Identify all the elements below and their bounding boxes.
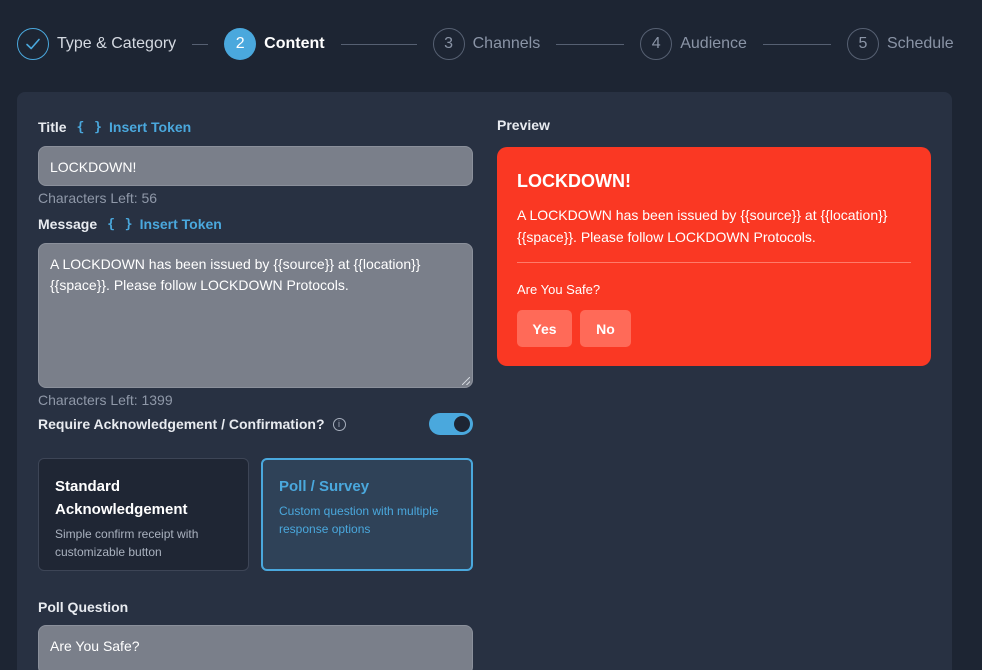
preview-no-button[interactable]: No — [580, 310, 631, 347]
step-label: Schedule — [886, 35, 954, 52]
step-audience[interactable]: 4 Audience — [640, 28, 747, 60]
step-number: 3 — [432, 28, 465, 60]
step-channels[interactable]: 3 Channels — [432, 28, 541, 60]
poll-question-input[interactable]: Are You Safe? — [38, 625, 473, 670]
step-label: Channels — [472, 35, 541, 52]
braces-icon: { } — [107, 216, 134, 232]
ack-toggle[interactable] — [429, 413, 473, 435]
message-label: Message — [38, 216, 98, 232]
preview-label: Preview — [497, 117, 550, 133]
resize-handle-icon[interactable] — [462, 377, 470, 385]
step-connector — [192, 43, 209, 45]
title-input-value: LOCKDOWN! — [50, 159, 137, 175]
step-connector — [556, 43, 625, 45]
message-textarea[interactable]: A LOCKDOWN has been issued by {{source}}… — [38, 243, 473, 388]
ack-label: Require Acknowledgement / Confirmation? — [38, 416, 325, 432]
message-textarea-value: A LOCKDOWN has been issued by {{source}}… — [50, 256, 421, 293]
step-label: Content — [264, 35, 325, 52]
title-label-row: Title { } Insert Token — [38, 119, 191, 135]
preview-message: A LOCKDOWN has been issued by {{source}}… — [517, 207, 888, 245]
option-desc: Simple confirm receipt with customizable… — [55, 527, 199, 559]
ack-row: Require Acknowledgement / Confirmation? … — [38, 413, 473, 435]
insert-token-message-button[interactable]: { } Insert Token — [107, 216, 222, 232]
alert-preview: LOCKDOWN! A LOCKDOWN has been issued by … — [497, 147, 931, 366]
title-label: Title — [38, 119, 67, 135]
message-label-row: Message { } Insert Token — [38, 216, 222, 232]
poll-question-value: Are You Safe? — [50, 638, 140, 654]
preview-title: LOCKDOWN! — [517, 171, 631, 191]
option-title: Standard Acknowledgement — [55, 478, 188, 518]
poll-survey-option[interactable]: Poll / Survey Custom question with multi… — [261, 458, 473, 571]
step-number: 2 — [224, 28, 257, 60]
standard-acknowledgement-option[interactable]: Standard Acknowledgement Simple confirm … — [38, 458, 249, 571]
insert-token-title-button[interactable]: { } Insert Token — [77, 119, 192, 135]
preview-yes-button[interactable]: Yes — [517, 310, 572, 347]
step-type-category[interactable]: Type & Category — [17, 28, 176, 60]
title-chars-left: Characters Left: 56 — [38, 190, 158, 206]
preview-buttons: Yes No — [517, 310, 911, 347]
preview-question: Are You Safe? — [517, 282, 601, 297]
info-icon[interactable]: i — [332, 417, 346, 431]
insert-token-label: Insert Token — [139, 216, 222, 232]
step-number: 5 — [846, 28, 879, 60]
toggle-knob — [454, 416, 470, 432]
insert-token-label: Insert Token — [109, 119, 192, 135]
title-input[interactable]: LOCKDOWN! — [38, 146, 473, 186]
step-content[interactable]: 2 Content — [224, 28, 325, 60]
step-number: 4 — [640, 28, 673, 60]
stepper: Type & Category 2 Content 3 Channels 4 A… — [17, 27, 967, 61]
step-schedule[interactable]: 5 Schedule — [846, 28, 954, 60]
check-icon — [17, 28, 49, 60]
option-desc: Custom question with multiple response o… — [279, 504, 439, 536]
message-chars-left: Characters Left: 1399 — [38, 392, 173, 408]
step-label: Type & Category — [57, 35, 177, 52]
step-label: Audience — [680, 35, 747, 52]
step-connector — [762, 43, 831, 45]
poll-question-label: Poll Question — [38, 599, 129, 615]
step-connector — [340, 43, 417, 45]
option-title: Poll / Survey — [279, 478, 370, 495]
preview-divider — [517, 262, 911, 263]
braces-icon: { } — [76, 119, 104, 135]
